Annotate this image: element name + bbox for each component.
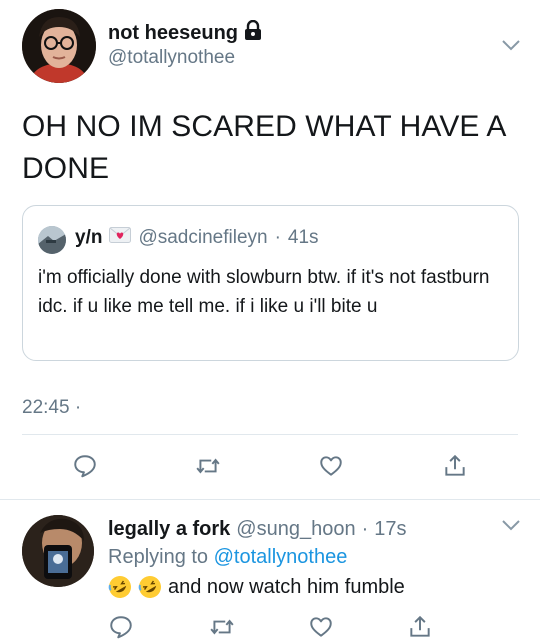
share-icon: [445, 454, 465, 476]
avatar[interactable]: [22, 9, 96, 83]
replying-handle-link[interactable]: @totallynothee: [214, 546, 348, 568]
quoted-text: i'm officially done with slowburn btw. i…: [38, 267, 490, 317]
reply-button[interactable]: [106, 612, 136, 640]
reply-button[interactable]: [70, 451, 100, 481]
timestamp: 17s: [374, 518, 407, 540]
separator-dot: ·: [274, 227, 281, 248]
retweet-icon: [210, 619, 234, 635]
quoted-handle: @sadcinefileyn: [138, 227, 268, 248]
chevron-down-icon[interactable]: [500, 38, 522, 52]
quoted-tweet[interactable]: y/n @sadcinefileyn · 41s i'm officially …: [22, 205, 519, 361]
separator-dot: ·: [361, 518, 369, 540]
timestamp: 41s: [287, 227, 319, 248]
tweet-timestamp-row: 22:45 ·: [22, 397, 81, 419]
reply-text-row: and now watch him fumble: [108, 575, 405, 599]
avatar: [38, 226, 66, 254]
heart-icon: [310, 617, 332, 637]
love-letter-icon: [109, 227, 132, 249]
rofl-emoji-icon: [138, 575, 162, 599]
share-icon: [410, 615, 430, 637]
reply-handle[interactable]: @sung_hoon: [236, 518, 355, 541]
display-name: y/n: [75, 227, 103, 248]
chevron-down-icon[interactable]: [500, 518, 522, 532]
reply-icon: [110, 616, 132, 639]
like-button[interactable]: [306, 612, 336, 640]
tweet-text: OH NO IM SCARED WHAT HAVE A DONE: [22, 110, 505, 185]
retweet-icon: [196, 458, 220, 474]
share-button[interactable]: [405, 612, 435, 640]
quoted-author-row: y/n @sadcinefileyn · 41s: [75, 227, 319, 249]
display-name[interactable]: not heeseung: [108, 22, 238, 45]
replying-prefix: Replying to: [108, 546, 209, 568]
replying-to: Replying to @totallynothee: [108, 546, 347, 569]
like-button[interactable]: [316, 451, 346, 481]
retweet-button[interactable]: [193, 451, 223, 481]
divider: [22, 434, 518, 435]
rofl-emoji-icon: [108, 575, 132, 599]
avatar[interactable]: [22, 515, 94, 587]
reply-icon: [74, 455, 96, 478]
reply-text: and now watch him fumble: [168, 575, 405, 598]
retweet-button[interactable]: [207, 612, 237, 640]
display-name[interactable]: legally a fork: [108, 518, 230, 541]
lock-icon: [244, 19, 262, 46]
author-handle[interactable]: @totallynothee: [108, 47, 235, 69]
reply-author-row: legally a fork @sung_hoon · 17s: [108, 518, 407, 541]
author-row: not heeseung: [108, 19, 262, 46]
separator-dot: ·: [74, 397, 82, 418]
share-button[interactable]: [440, 451, 470, 481]
divider: [0, 499, 540, 500]
heart-icon: [320, 456, 342, 476]
tweet-time[interactable]: 22:45: [22, 397, 70, 418]
